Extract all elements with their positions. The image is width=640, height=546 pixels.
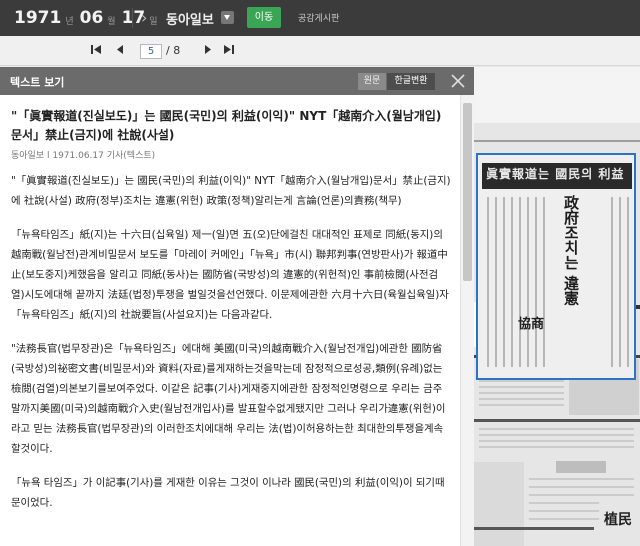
column-text (487, 197, 545, 367)
month-value[interactable]: 06 (80, 8, 104, 28)
next-page-icon[interactable] (204, 44, 212, 58)
first-page-icon[interactable] (91, 44, 102, 58)
close-icon[interactable] (449, 72, 467, 90)
article-paragraph: 「뉴욕 타임즈」가 이記事(기사)를 게재한 이유는 그것이 이나라 國民(국민… (11, 477, 445, 509)
article-meta: 동아일보 l 1971.06.17 기사(텍스트) (11, 151, 156, 161)
prev-page-icon[interactable] (116, 44, 124, 58)
vertical-headline: 政府조치는 違憲 (562, 195, 580, 306)
article-paragraph: 「뉴욕타임즈」紙(지)는 十六日(십육일) 제一(일)면 五(오)단에걸친 대대… (11, 229, 449, 321)
newspaper-scan-viewer[interactable]: 眞實報道는 國民의 利益 政府조치는 違憲 協商 植民 (474, 67, 640, 546)
newspaper-caption: 協商 (518, 317, 545, 332)
newspaper-name[interactable]: 동아일보 (166, 9, 214, 28)
article-paragraph: "法務長官(법무장관)은「뉴욕타임즈」에대해 美國(미국)의越南戰介入(월남전개… (11, 343, 446, 455)
last-page-icon[interactable] (223, 44, 234, 58)
article-paragraph: "「眞實報道(진실보도)」는 國民(국민)의 利益(이익)" NYT「越南介入(… (11, 175, 451, 207)
tab-korean-convert[interactable]: 한글변환 (387, 73, 435, 90)
column-text-right (611, 197, 629, 367)
pagination-bar: 5 / 8 (0, 36, 640, 66)
chevron-right-icon[interactable]: › (141, 8, 147, 27)
tab-original[interactable]: 원문 (358, 73, 386, 90)
article-headline: "「眞實報道(진실보도)」는 國民(국민)의 利益(이익)" NYT「越南介入(… (11, 109, 442, 142)
month-unit: 월 (107, 16, 116, 27)
newspaper-dropdown-button[interactable] (221, 11, 234, 24)
newspaper-caption-2: 植民 (604, 512, 632, 528)
year-value[interactable]: 1971 (14, 8, 61, 28)
date-selector: 1971 년 06 월 17 일 (0, 0, 164, 36)
divider (132, 8, 133, 28)
text-view-panel: 텍스트 보기 원문 한글변환 "「眞實報道(진실보도)」는 國民(국민)의 利益… (0, 67, 474, 546)
text-panel-header: 텍스트 보기 원문 한글변환 (0, 67, 474, 95)
banner-headline: 眞實報道는 國民의 利益 (486, 167, 625, 181)
page-number-input[interactable]: 5 (140, 44, 162, 59)
page-total: / 8 (166, 44, 181, 57)
board-link[interactable]: 공감게시판 (298, 11, 339, 24)
scrollbar-thumb[interactable] (463, 103, 472, 281)
article-content: "「眞實報道(진실보도)」는 國民(국민)의 利益(이익)" NYT「越南介入(… (0, 95, 460, 546)
day-unit: 일 (149, 16, 158, 27)
move-button[interactable]: 이동 (247, 7, 281, 28)
year-unit: 년 (65, 16, 74, 27)
panel-title: 텍스트 보기 (10, 76, 65, 89)
top-toolbar: 1971 년 06 월 17 일 › 동아일보 이동 공감게시판 (0, 0, 640, 36)
text-scrollbar[interactable] (460, 95, 474, 546)
